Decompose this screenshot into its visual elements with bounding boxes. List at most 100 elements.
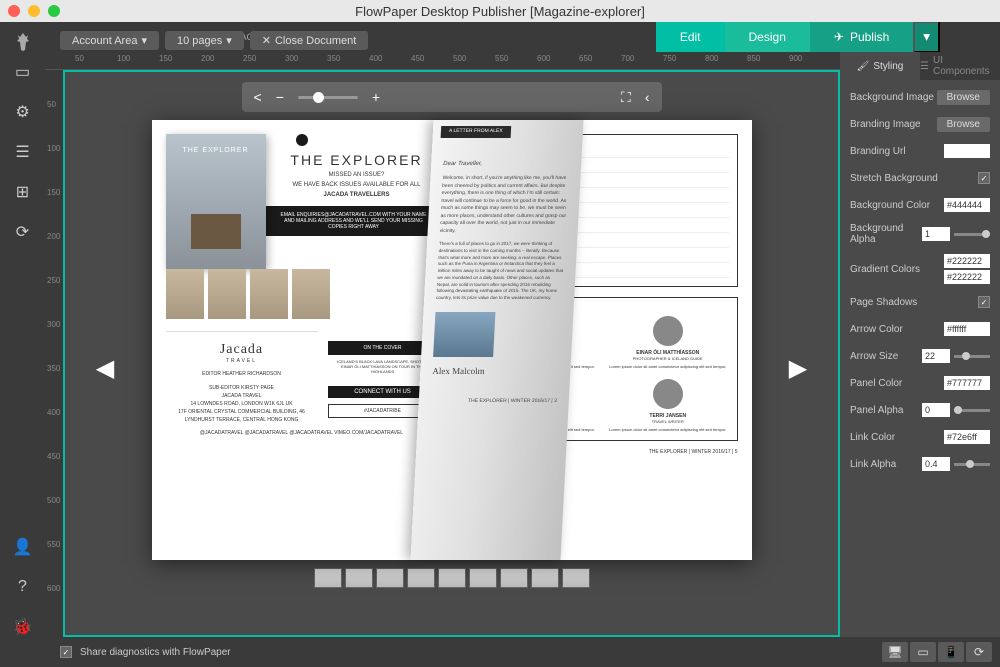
pages-button[interactable]: 10 pages ▾ bbox=[165, 31, 244, 50]
page-footer: THE EXPLORER | WINTER 2016/17 | 3 bbox=[430, 398, 556, 406]
diagnostics-label: Share diagnostics with FlowPaper bbox=[80, 647, 231, 658]
magazine-cover-thumb: THE EXPLORER bbox=[166, 134, 266, 269]
page-thumb[interactable] bbox=[407, 568, 435, 588]
panel-alpha-slider[interactable] bbox=[954, 409, 990, 412]
close-document-button[interactable]: ✕ Close Document bbox=[250, 31, 369, 50]
bg-color-label: Background Color bbox=[850, 200, 930, 211]
page-turn-overlay: A LETTER FROM ALEX Dear Traveller, Welco… bbox=[410, 120, 583, 560]
viewer-toolbar: < − + ⛶ ‹ bbox=[242, 82, 662, 112]
link-color-input[interactable] bbox=[944, 430, 990, 444]
canvas: < − + ⛶ ‹ ◀ ▶ THE EXPLORER THE EXPLORER … bbox=[63, 70, 840, 637]
bg-alpha-input[interactable] bbox=[922, 227, 950, 241]
vertical-ruler: 50100150200250300350400450500550600 bbox=[45, 70, 63, 637]
fullscreen-icon[interactable]: ⛶ bbox=[621, 89, 631, 106]
zoom-in-icon[interactable]: + bbox=[372, 89, 380, 105]
arrow-color-label: Arrow Color bbox=[850, 324, 903, 335]
prev-spread-arrow[interactable]: ◀ bbox=[93, 354, 117, 384]
stretch-bg-label: Stretch Background bbox=[850, 173, 938, 184]
panel-color-input[interactable] bbox=[944, 376, 990, 390]
list-icon[interactable]: ☰ bbox=[13, 142, 33, 162]
branding-url-label: Branding Url bbox=[850, 146, 906, 157]
tab-ui-components[interactable]: ☰ UI Components bbox=[920, 52, 1000, 80]
link-alpha-slider[interactable] bbox=[954, 463, 990, 466]
tab-publish[interactable]: ✈ Publish bbox=[810, 21, 913, 53]
publish-dropdown[interactable]: ▾ bbox=[913, 21, 940, 53]
bg-color-input[interactable] bbox=[944, 198, 990, 212]
social-handles: @JACADATRAVEL @JACADATRAVEL @JACADATRAVE… bbox=[166, 430, 438, 436]
page-thumb[interactable] bbox=[314, 568, 342, 588]
tab-styling[interactable]: 🖌 Styling bbox=[840, 52, 920, 80]
zoom-out-icon[interactable]: − bbox=[276, 89, 284, 105]
help-icon[interactable]: ? bbox=[13, 577, 33, 597]
contributor: EINAR ÓLI MATTHÍASSONPHOTOGRAPHER & ICEL… bbox=[607, 316, 729, 369]
jacada-logo: Jacada bbox=[166, 342, 318, 358]
gradient-2-input[interactable] bbox=[944, 270, 990, 284]
editor-info: EDITOR HEATHER RICHARDSON bbox=[166, 370, 318, 378]
grid-icon[interactable]: ⊞ bbox=[13, 182, 33, 202]
desktop-preview-icon[interactable]: 🖥 bbox=[882, 642, 908, 662]
panel-alpha-input[interactable] bbox=[922, 403, 950, 417]
page-thumb[interactable] bbox=[376, 568, 404, 588]
browse-bg-image-button[interactable]: Browse bbox=[937, 90, 990, 105]
issue-thumb bbox=[292, 269, 330, 319]
stretch-bg-checkbox[interactable]: ✓ bbox=[978, 172, 990, 184]
branding-image-label: Branding Image bbox=[850, 119, 921, 130]
bg-alpha-slider[interactable] bbox=[954, 233, 990, 236]
page-thumb[interactable] bbox=[438, 568, 466, 588]
tab-edit[interactable]: Edit bbox=[656, 21, 725, 53]
pages-icon[interactable]: ▭ bbox=[13, 62, 33, 82]
next-spread-arrow[interactable]: ▶ bbox=[786, 354, 810, 384]
diagnostics-checkbox[interactable]: ✓ bbox=[60, 646, 72, 658]
topbar: CREATIVE LICENSE IMPORTED PAGES Account … bbox=[0, 22, 1000, 52]
jacada-sub: TRAVEL bbox=[166, 358, 318, 364]
gradient-1-input[interactable] bbox=[944, 254, 990, 268]
horizontal-ruler: 5010015020025030035040045050055060065070… bbox=[45, 52, 840, 70]
letter-tab: A LETTER FROM ALEX bbox=[440, 126, 510, 138]
issue-thumb bbox=[250, 269, 288, 319]
issue-thumb bbox=[166, 269, 204, 319]
link-color-label: Link Color bbox=[850, 432, 895, 443]
arrow-color-input[interactable] bbox=[944, 322, 990, 336]
arrow-size-label: Arrow Size bbox=[850, 351, 898, 362]
signature: Alex Malcolm bbox=[431, 365, 558, 379]
browse-branding-button[interactable]: Browse bbox=[937, 117, 990, 132]
titlebar: FlowPaper Desktop Publisher [Magazine-ex… bbox=[0, 0, 1000, 22]
gradient-label: Gradient Colors bbox=[850, 264, 920, 275]
refresh-preview-icon[interactable]: ⟳ bbox=[966, 642, 992, 662]
prev-page-icon[interactable]: ‹ bbox=[645, 89, 650, 105]
cover-title: THE EXPLORER bbox=[182, 147, 248, 154]
arrow-size-slider[interactable] bbox=[954, 355, 990, 358]
tab-design[interactable]: Design bbox=[725, 21, 810, 53]
page-shadows-label: Page Shadows bbox=[850, 297, 917, 308]
page-shadows-checkbox[interactable]: ✓ bbox=[978, 296, 990, 308]
link-alpha-label: Link Alpha bbox=[850, 459, 896, 470]
user-icon[interactable]: 👤 bbox=[13, 537, 33, 557]
share-icon[interactable]: < bbox=[254, 89, 262, 105]
bug-icon[interactable]: 🐞 bbox=[13, 617, 33, 637]
window-title: FlowPaper Desktop Publisher [Magazine-ex… bbox=[0, 4, 1000, 19]
letter-greeting: Dear Traveller, bbox=[442, 160, 568, 169]
page-left: THE EXPLORER THE EXPLORER MISSED AN ISSU… bbox=[152, 120, 452, 560]
page-thumb[interactable] bbox=[469, 568, 497, 588]
page-thumb[interactable] bbox=[562, 568, 590, 588]
gear-icon[interactable]: ⚙ bbox=[13, 102, 33, 122]
main-canvas-area: 5010015020025030035040045050055060065070… bbox=[45, 52, 840, 637]
letter-body: Welcome, in short, if you're anything li… bbox=[439, 175, 568, 235]
bg-alpha-label: Background Alpha bbox=[850, 223, 922, 245]
tablet-preview-icon[interactable]: ▭ bbox=[910, 642, 936, 662]
device-mockup bbox=[433, 312, 495, 357]
link-alpha-input[interactable] bbox=[922, 457, 950, 471]
page-thumb[interactable] bbox=[345, 568, 373, 588]
styling-panel: 🖌 Styling ☰ UI Components Background Ima… bbox=[840, 52, 1000, 637]
panel-alpha-label: Panel Alpha bbox=[850, 405, 903, 416]
mobile-preview-icon[interactable]: 📱 bbox=[938, 642, 964, 662]
account-area-button[interactable]: Account Area ▾ bbox=[60, 31, 159, 50]
zoom-slider[interactable] bbox=[298, 96, 358, 99]
page-thumb[interactable] bbox=[500, 568, 528, 588]
reload-icon[interactable]: ⟳ bbox=[13, 222, 33, 242]
page-thumb[interactable] bbox=[531, 568, 559, 588]
arrow-size-input[interactable] bbox=[922, 349, 950, 363]
bg-image-label: Background Image bbox=[850, 92, 934, 103]
left-sidebar: ▭ ⚙ ☰ ⊞ ⟳ 👤 ? 🐞 bbox=[0, 52, 45, 637]
branding-url-input[interactable] bbox=[944, 144, 990, 158]
